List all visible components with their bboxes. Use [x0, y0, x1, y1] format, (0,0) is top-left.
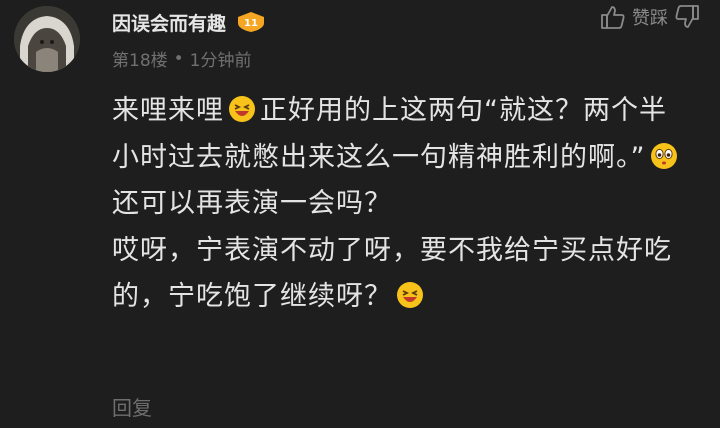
vote-label: 赞踩 — [632, 8, 668, 29]
username[interactable]: 因误会而有趣 — [112, 9, 226, 36]
comment-text-4: 哎呀，宁表演不动了呀，要不我给宁买点好吃的，宁吃饱了继续呀？ — [112, 234, 672, 313]
thumbs-up-icon[interactable] — [600, 4, 626, 30]
surprised-emoji-icon — [649, 140, 679, 170]
meta-separator: • — [173, 48, 184, 69]
avatar[interactable] — [14, 6, 80, 72]
thumbs-down-icon[interactable] — [674, 4, 700, 30]
laughing-emoji-icon — [395, 279, 425, 309]
level-number: 11 — [244, 18, 258, 29]
floor-number: 第18楼 — [112, 51, 168, 71]
comment-body: 来哩来哩 正好用的上这两句“就这？两个半小时过去就憋出来这么一句精神胜利的啊。”还… — [112, 88, 692, 321]
comment-header: 因误会而有趣 11 — [112, 8, 266, 36]
level-badge: 11 — [236, 11, 266, 33]
laughing-emoji-icon — [227, 93, 257, 123]
vote-controls: 赞踩 — [600, 4, 700, 30]
reply-button[interactable]: 回复 — [112, 392, 152, 421]
comment-text-3: 还可以再表演一会吗？ — [112, 188, 392, 219]
comment-text-1: 来哩来哩 — [112, 95, 224, 126]
comment-meta: 第18楼 • 1分钟前 — [112, 46, 252, 72]
timestamp: 1分钟前 — [189, 51, 252, 71]
